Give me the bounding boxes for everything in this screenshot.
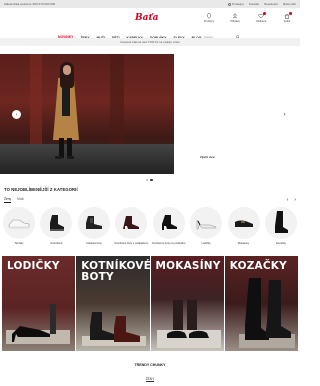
category-image: [227, 207, 260, 239]
chevron-right-icon[interactable]: ›: [294, 197, 296, 203]
category-image: [152, 207, 185, 239]
category-image: [190, 207, 223, 239]
utility-links: Prodejny Kontakt Newsletter Baťa club: [227, 2, 296, 6]
category-label: Lodičky: [201, 241, 211, 245]
category-label: Mokasíny: [237, 241, 250, 245]
utility-link-club[interactable]: Baťa club: [283, 2, 296, 6]
tall-boot-icon: [274, 211, 288, 233]
category-item-tenisky[interactable]: Tenisky: [2, 207, 36, 245]
trending-title: TRENDY CHUNKY: [134, 363, 166, 367]
header-login[interactable]: Přihlásit: [226, 13, 244, 23]
hero-model-legs: [58, 138, 74, 158]
loafer-icon: [234, 220, 253, 227]
trending-tab[interactable]: ŽENY: [0, 377, 300, 382]
category-image: [115, 207, 148, 239]
category-label: Kozačky: [275, 241, 287, 245]
bata-logo[interactable]: Baťa: [134, 12, 166, 22]
heeled-boot-icon: [123, 216, 140, 229]
category-carousel-nav: ‹ ›: [287, 197, 296, 203]
favorites-badge: [263, 12, 266, 15]
header-icons: Prodejny Přihlásit Oblíbené Košík: [200, 12, 296, 23]
tile-kozacky[interactable]: KOZAČKY: [224, 256, 298, 351]
category-item-kozacky[interactable]: Kozačky: [264, 207, 298, 245]
tile-kotnikove-boty[interactable]: KOTNÍKOVÉ BOTY: [76, 256, 150, 351]
hero-model-shoe: [55, 156, 62, 159]
category-row: Tenisky Kotníkové Chelsea boty Kotníkové…: [2, 207, 298, 245]
tile-image-tall-boots: [238, 278, 295, 348]
category-image: [3, 207, 35, 239]
category-image: [40, 207, 73, 239]
tile-image-ankle-boots: [82, 312, 147, 346]
hero-image[interactable]: [0, 54, 174, 174]
hero-next-arrow-icon[interactable]: ›: [280, 110, 289, 119]
tab-muzi[interactable]: Muži: [17, 197, 24, 203]
category-tiles: LODIČKY KOTNÍKOVÉ BOTY MOKASÍNY KOZAČKY: [2, 256, 298, 351]
category-item-kotnikove-na-podpatku[interactable]: Kotníkové boty na podpatku: [152, 207, 186, 245]
hero-carousel: ‹ › Zjistit více: [0, 54, 300, 176]
categories-title: TO NEJOBLÍBENĚJŠÍ Z KATEGORIÍ: [4, 187, 78, 192]
category-label: Tenisky: [14, 241, 24, 245]
category-tabs: Ženy Muži: [4, 197, 24, 203]
tile-image-pumps: [6, 304, 70, 344]
utility-link-contact[interactable]: Kontakt: [249, 2, 259, 6]
tile-label: MOKASÍNY: [155, 260, 221, 272]
utility-link-newsletter[interactable]: Newsletter: [264, 2, 278, 6]
header-favorites[interactable]: Oblíbené: [252, 12, 270, 23]
sneaker-icon: [8, 219, 30, 229]
chevron-left-icon[interactable]: ‹: [287, 197, 289, 203]
hero-wall-panel: [110, 54, 124, 144]
category-label: Kotníkové boty s podpatkem: [114, 241, 149, 245]
location-icon: [227, 2, 231, 6]
cart-badge: [289, 12, 292, 15]
category-label: Chelsea boty: [86, 241, 102, 245]
tile-lodicky[interactable]: LODIČKY: [2, 256, 76, 351]
tile-label: KOZAČKY: [229, 260, 287, 272]
carousel-dots: [146, 179, 153, 182]
header-stores[interactable]: Prodejny: [200, 13, 218, 23]
tile-image-loafers: [156, 300, 221, 348]
hero-floor: [0, 144, 174, 174]
carousel-dot[interactable]: [146, 179, 149, 182]
utility-link-stores[interactable]: Prodejny: [227, 2, 244, 6]
location-icon: [206, 13, 212, 19]
category-item-chelsea[interactable]: Chelsea boty: [77, 207, 111, 245]
utility-bar: Zákaznická podpora: 800 070 000 000 Prod…: [0, 0, 300, 8]
hero-model-shoe: [67, 156, 74, 159]
promo-banner[interactable]: Doprava zdarma nad 1 500 Kč na výdejní m…: [0, 38, 300, 46]
category-item-kotnikove[interactable]: Kotníkové: [39, 207, 73, 245]
hero-prev-arrow-icon[interactable]: ‹: [12, 110, 21, 119]
category-label: Kotníkové boty na podpatku: [152, 241, 186, 245]
hotline-text: Zákaznická podpora: 800 070 000 000: [4, 2, 56, 6]
hero-cta-link[interactable]: Zjistit více: [200, 155, 215, 159]
user-icon: [232, 13, 238, 19]
heeled-ankle-boot-icon: [161, 215, 177, 230]
category-item-mokasiny[interactable]: Mokasíny: [227, 207, 261, 245]
category-image: [77, 207, 110, 239]
hero-model-face: [63, 65, 71, 75]
header-cart[interactable]: Košík: [278, 12, 296, 23]
category-label: Kotníkové: [50, 241, 63, 245]
tile-label: KOTNÍKOVÉ BOTY: [81, 260, 150, 283]
promo-text: Doprava zdarma nad 1 500 Kč na výdejní m…: [120, 40, 180, 44]
boot-icon: [50, 215, 65, 231]
svg-text:Baťa: Baťa: [134, 13, 159, 22]
tab-zeny[interactable]: Ženy: [4, 197, 12, 203]
category-item-lodicky[interactable]: Lodičky: [189, 207, 223, 245]
hero-wall-panel: [30, 54, 42, 144]
tile-label: LODIČKY: [7, 260, 60, 272]
category-image: [264, 207, 297, 239]
chelsea-boot-icon: [85, 216, 102, 229]
tile-mokasiny[interactable]: MOKASÍNY: [150, 256, 224, 351]
pump-icon: [196, 219, 217, 230]
carousel-dot-active[interactable]: [150, 179, 153, 182]
category-item-kotnikove-podpatek[interactable]: Kotníkové boty s podpatkem: [114, 207, 148, 245]
